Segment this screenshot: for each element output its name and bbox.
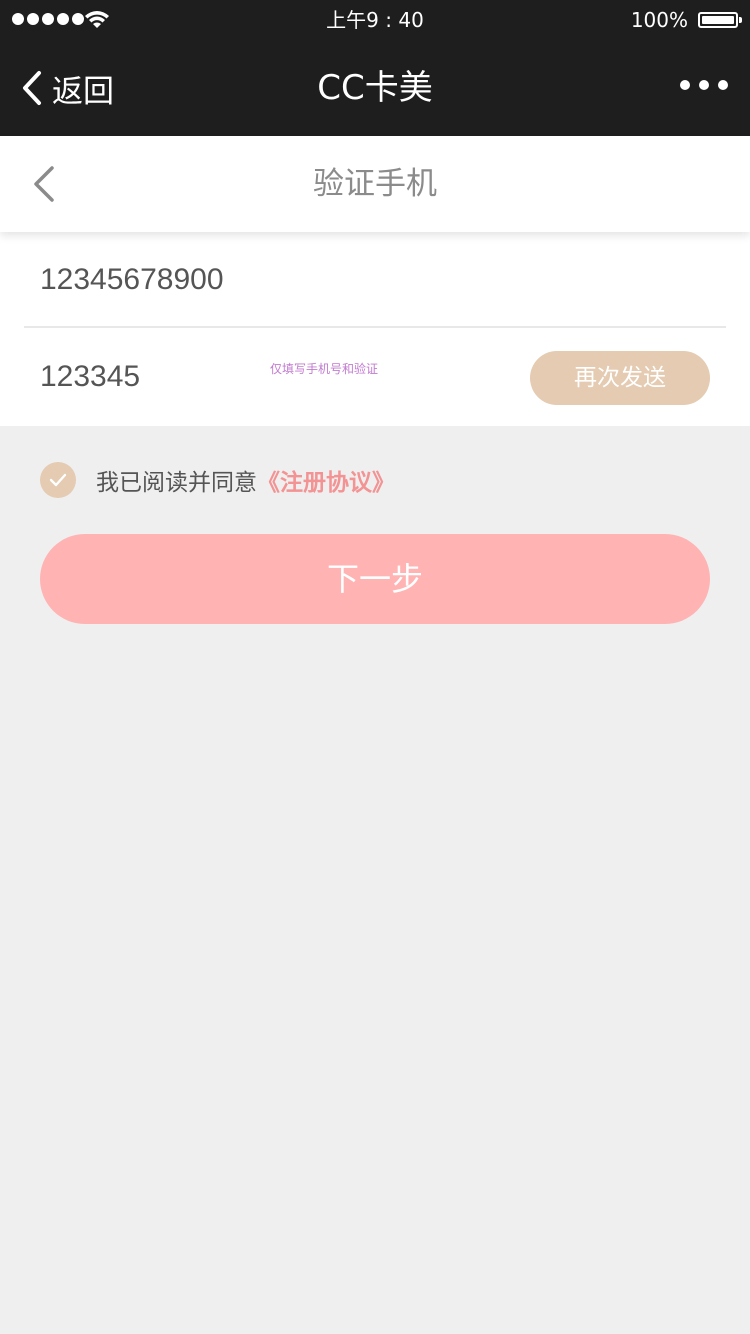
check-icon [49,473,67,487]
battery-icon [698,12,742,28]
verification-code-input[interactable] [40,347,260,407]
agreement-text: 我已阅读并同意 [96,470,257,496]
nav-title: CC卡美 [317,68,433,108]
page-header: 验证手机 [0,136,750,232]
phone-input[interactable] [40,250,640,310]
phone-row [24,232,726,328]
chevron-left-icon[interactable] [30,164,60,204]
nav-back-label: 返回 [52,73,114,110]
chevron-left-icon [23,71,41,105]
battery-percent: 100% [630,8,688,32]
agreement-link[interactable]: 《注册协议》 [257,463,395,497]
next-step-button[interactable]: 下一步 [40,534,710,624]
nav-bar: 返回 CC卡美 [0,40,750,136]
page-title: 验证手机 [313,166,437,202]
status-bar: 上午9 : 40 100% [0,0,750,40]
more-dots-icon[interactable] [680,80,728,90]
nav-back-button[interactable]: 返回 [20,40,114,136]
input-hint: 仅填写手机号和验证 [270,362,379,376]
agreement-checkbox[interactable] [40,462,76,498]
code-row: 仅填写手机号和验证 再次发送 [24,330,726,426]
resend-code-button[interactable]: 再次发送 [530,351,710,405]
agreement-row: 我已阅读并同意 《注册协议》 [40,462,395,498]
verification-form: 仅填写手机号和验证 再次发送 [0,232,750,426]
